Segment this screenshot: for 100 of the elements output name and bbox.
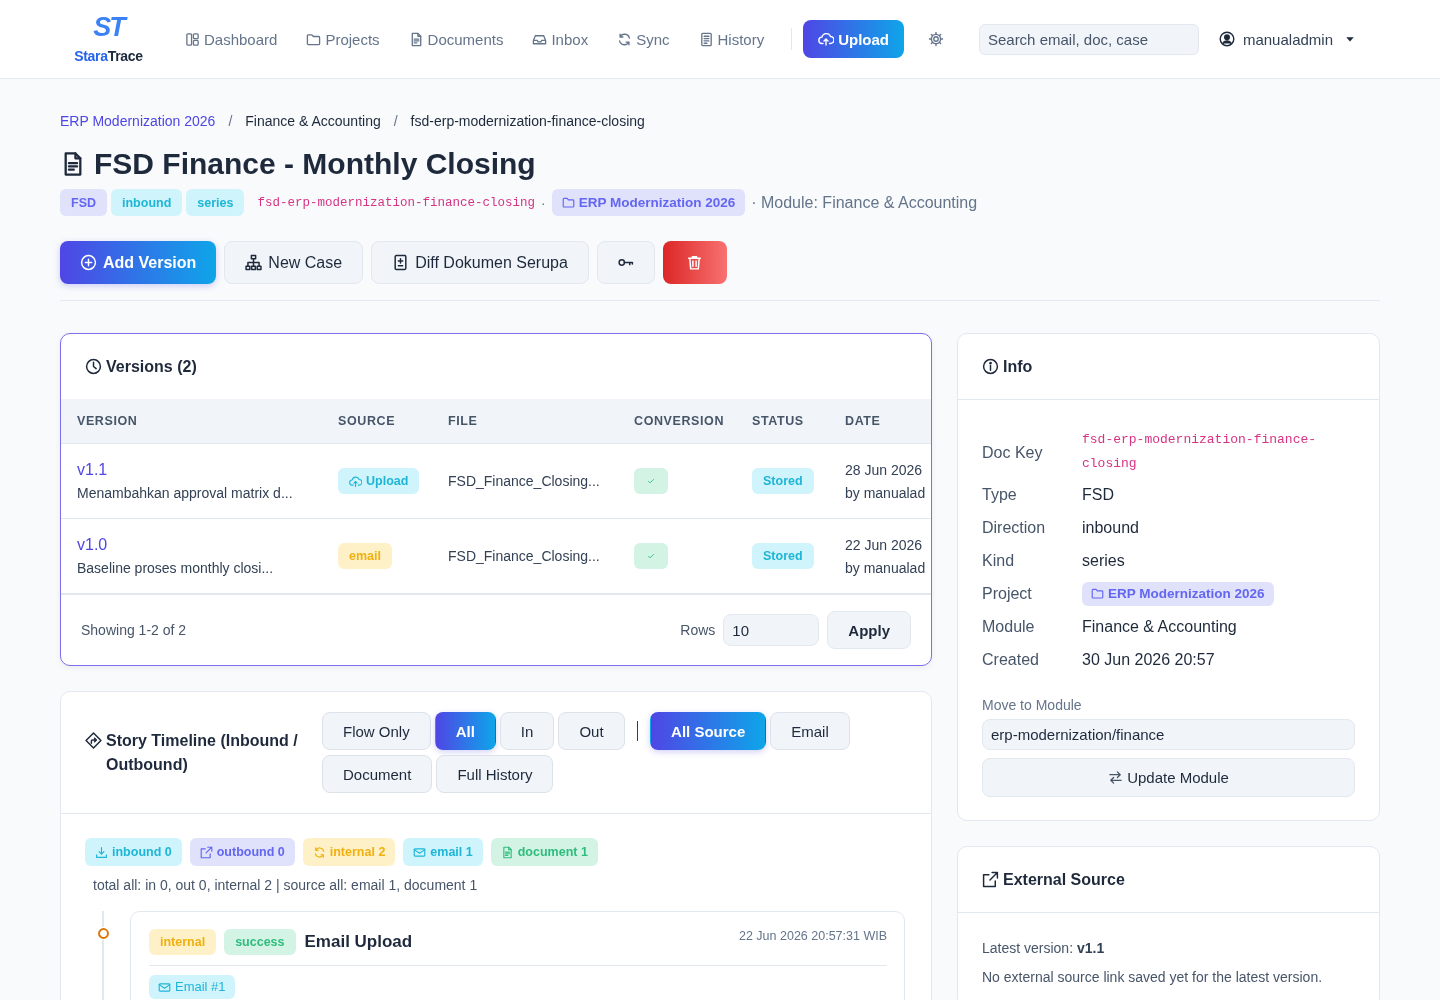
diff-button[interactable]: Diff Dokumen Serupa [371, 241, 589, 284]
column-header: DATE [844, 414, 882, 428]
upload-button[interactable]: Upload [803, 20, 905, 58]
tag-badge: series [186, 189, 245, 216]
nav-link[interactable]: History [698, 30, 765, 48]
timeline-marker-icon [96, 927, 110, 940]
card-title: External Source [1003, 870, 1125, 889]
file-diff-icon [392, 254, 410, 271]
count-badge: inbound 0 [85, 838, 182, 866]
tag-badge: FSD [60, 189, 107, 216]
version-note: Baseline proses monthly closi... [77, 558, 274, 578]
page-title: FSD Finance - Monthly Closing [94, 146, 536, 182]
breadcrumb-item: fsd-erp-modernization-finance-closing [410, 112, 645, 131]
column-header: STATUS [751, 414, 805, 428]
user-menu[interactable]: manualadmin [1218, 30, 1355, 48]
count-badge: outbound 0 [189, 838, 295, 866]
nav-link[interactable]: Sync [617, 30, 670, 48]
field-label: Doc Key [982, 444, 1043, 462]
new-case-button[interactable]: New Case [224, 241, 364, 284]
update-module-button[interactable]: Update Module [982, 758, 1355, 797]
card-title: Versions (2) [106, 357, 197, 376]
tag-badge: inbound [111, 189, 183, 216]
envelope-icon [413, 845, 427, 859]
folder-icon [306, 31, 322, 47]
source-badge: Upload [338, 468, 420, 494]
field-label: Move to Module [982, 696, 1083, 714]
breadcrumb-link[interactable]: ERP Modernization 2026 [60, 111, 216, 131]
settings-icon[interactable] [928, 31, 945, 47]
sync-icon [617, 31, 633, 47]
doc-key-code: fsd-erp-modernization-finance-closing [1082, 431, 1318, 473]
delete-button[interactable] [662, 241, 727, 284]
nav-link[interactable]: Dashboard [185, 30, 278, 48]
swap-icon [1108, 770, 1124, 785]
breadcrumb-separator: / [228, 112, 233, 131]
source-badge: email [338, 543, 392, 569]
version-link[interactable]: v1.1 [77, 459, 108, 480]
count-badge: internal 2 [302, 838, 396, 866]
result-badge: success [224, 929, 296, 955]
card-title: Story Timeline (Inbound / Outbound) [106, 730, 299, 775]
caret-icon [1345, 34, 1355, 44]
file-name: FSD_Finance_Closing... [448, 472, 600, 491]
trash-icon [686, 254, 704, 271]
filter-button[interactable]: Out [558, 712, 625, 750]
field-value: FSD [1082, 485, 1114, 504]
filter-button[interactable]: Email [770, 712, 850, 750]
version-date: 22 Jun 2026 [845, 535, 923, 555]
sync-icon [312, 845, 326, 859]
version-date: 28 Jun 2026 [845, 460, 923, 480]
cloud-upload-icon [818, 31, 835, 47]
project-badge[interactable]: ERP Modernization 2026 [551, 189, 746, 216]
filter-button[interactable]: Full History [436, 755, 554, 793]
add-version-button[interactable]: Add Version [60, 241, 217, 284]
version-author: by manualad [845, 558, 926, 578]
column-header: SOURCE [337, 414, 397, 428]
folder-icon [561, 196, 575, 209]
nav-link[interactable]: Projects [306, 30, 380, 48]
module-text: · Module: Finance & Accounting [751, 193, 978, 212]
field-label: Direction [982, 518, 1046, 537]
field-label: Type [982, 485, 1017, 504]
filter-button[interactable]: All Source [650, 712, 767, 750]
field-label: Created [982, 650, 1039, 669]
apply-button[interactable]: Apply [827, 611, 911, 649]
external-link-icon [982, 871, 999, 888]
rows-label: Rows [680, 622, 716, 638]
doc-key-code: fsd-erp-modernization-finance-closing [257, 195, 535, 210]
timeline-summary: total all: in 0, out 0, internal 2 | source all: email 1, document 1 [93, 876, 479, 894]
module-input[interactable]: erp-modernization/finance [982, 719, 1355, 750]
version-link[interactable]: v1.0 [77, 534, 108, 555]
column-header: VERSION [76, 414, 139, 428]
filter-button[interactable]: Flow Only [322, 712, 431, 750]
filter-button[interactable]: In [499, 712, 555, 750]
user-icon [1218, 31, 1235, 47]
column-header: FILE [447, 414, 479, 428]
download-icon [95, 845, 108, 859]
envelope-icon [158, 980, 171, 994]
empty-message: No external source link saved yet for the latest version. [982, 968, 1324, 987]
info-icon [982, 358, 999, 375]
search-field[interactable]: Search email, doc, case [978, 23, 1199, 55]
pagination-summary: Showing 1-2 of 2 [81, 622, 187, 638]
project-badge[interactable]: ERP Modernization 2026 [1082, 581, 1274, 606]
version-note: Menambahkan approval matrix d... [77, 483, 293, 503]
cloud-upload-icon [349, 474, 362, 488]
brand-name: StaraTrace [74, 48, 143, 64]
breadcrumb-item: Finance & Accounting [245, 112, 381, 131]
field-label: Module [982, 617, 1035, 636]
column-header: CONVERSION [633, 414, 726, 428]
rows-input[interactable]: 10 [723, 614, 820, 646]
field-value: series [1082, 551, 1125, 570]
field-value: 30 Jun 2026 20:57 [1082, 650, 1215, 669]
clock-icon [85, 358, 102, 375]
nav-link[interactable]: Inbox [532, 30, 589, 48]
layout-icon [185, 31, 200, 47]
nav-link[interactable]: Documents [408, 30, 504, 48]
filter-button[interactable]: Document [322, 755, 433, 793]
card-title: Info [1003, 357, 1033, 376]
filter-button[interactable]: All [434, 712, 496, 750]
event-time: 22 Jun 2026 20:57:31 WIB [738, 929, 887, 943]
hierarchy-icon [245, 254, 263, 271]
breadcrumb-separator: / [393, 112, 398, 131]
field-label: Project [982, 584, 1032, 603]
